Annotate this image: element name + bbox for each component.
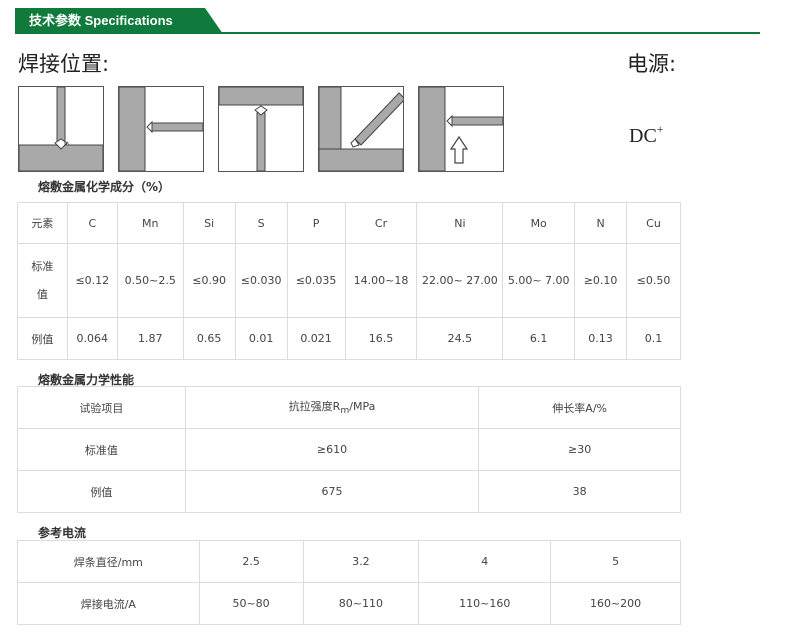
table-cell: 0.65	[182, 317, 236, 360]
composition-table: 元素 C Mn Si S P Cr Ni Mo N Cu 标准值 ≤0.12 0…	[17, 202, 681, 360]
tensile-strength-label: 抗拉强度R	[288, 400, 341, 414]
table-cell: ≥30	[478, 428, 681, 471]
table-row: 标准值 ≥610 ≥30	[17, 428, 681, 471]
table-cell: 110~160	[418, 582, 552, 625]
table-cell: 16.5	[344, 317, 418, 360]
table-cell: 38	[478, 470, 681, 513]
table-cell: ≤0.12	[66, 243, 118, 318]
table-cell: ≤0.035	[286, 243, 346, 318]
specifications-header-tab: 技术参数 Specifications	[15, 8, 223, 34]
standard-label-line: 标准	[31, 259, 54, 273]
table-cell: 14.00~18	[344, 243, 418, 318]
table-cell: 0.13	[574, 317, 628, 360]
element-c: C	[66, 202, 118, 244]
table-cell: 2.5	[198, 540, 304, 583]
table-cell: 5.00~ 7.00	[502, 243, 576, 318]
example-row-label: 例值	[17, 317, 68, 360]
element-header-cell: 元素	[17, 202, 68, 244]
horizontal-position-icon	[118, 86, 204, 172]
table-cell: ≤0.030	[234, 243, 288, 318]
table-cell: 焊条直径/mm	[17, 540, 200, 583]
table-row: 元素 C Mn Si S P Cr Ni Mo N Cu	[17, 202, 681, 244]
table-cell: 0.01	[234, 317, 288, 360]
elongation-header: 伸长率A/%	[478, 386, 681, 429]
table-row: 焊接电流/A 50~80 80~110 110~160 160~200	[17, 582, 681, 625]
element-s: S	[234, 202, 288, 244]
mechanical-table: 试验项目 抗拉强度Rm/MPa 伸长率A/% 标准值 ≥610 ≥30 例值 6…	[17, 386, 681, 513]
table-cell: 例值	[17, 470, 186, 513]
table-cell: 0.1	[626, 317, 681, 360]
element-p: P	[286, 202, 346, 244]
svg-text:PA: PA	[64, 141, 69, 146]
table-cell: 24.5	[416, 317, 504, 360]
table-row: 例值 0.064 1.87 0.65 0.01 0.021 16.5 24.5 …	[17, 317, 681, 360]
element-ni: Ni	[416, 202, 504, 244]
tensile-strength-header: 抗拉强度Rm/MPa	[184, 386, 480, 429]
element-cu: Cu	[626, 202, 681, 244]
table-cell: 5	[550, 540, 681, 583]
table-cell: ≤0.90	[182, 243, 236, 318]
table-cell: ≥0.10	[574, 243, 628, 318]
current-title: 参考电流	[38, 526, 87, 540]
element-n: N	[574, 202, 628, 244]
table-cell: 80~110	[302, 582, 420, 625]
table-cell: 0.064	[66, 317, 118, 360]
overhead-position-icon	[218, 86, 304, 172]
power-source-value: DC+	[629, 122, 664, 148]
standard-row-label: 标准值	[17, 243, 68, 318]
welding-position-label: 焊接位置:	[18, 52, 110, 76]
table-row: 焊条直径/mm 2.5 3.2 4 5	[17, 540, 681, 583]
table-cell: 标准值	[17, 428, 186, 471]
vertical-up-position-icon	[418, 86, 504, 172]
standard-label-line: 值	[36, 287, 48, 301]
element-mo: Mo	[502, 202, 576, 244]
power-source-label: 电源:	[627, 52, 677, 76]
table-cell: 675	[184, 470, 480, 513]
table-row: 标准值 ≤0.12 0.50~2.5 ≤0.90 ≤0.030 ≤0.035 1…	[17, 243, 681, 318]
section-header-bar: 技术参数 Specifications	[15, 8, 760, 34]
table-row: 例值 675 38	[17, 470, 681, 513]
table-cell: 0.50~2.5	[116, 243, 184, 318]
table-cell: 22.00~ 27.00	[416, 243, 504, 318]
power-type: DC	[629, 125, 657, 147]
flat-position-icon: PA	[18, 86, 104, 172]
table-cell: 160~200	[550, 582, 681, 625]
power-polarity: +	[656, 122, 664, 136]
element-mn: Mn	[116, 202, 184, 244]
table-cell: 3.2	[302, 540, 420, 583]
test-item-header: 试验项目	[17, 386, 186, 429]
table-cell: 1.87	[116, 317, 184, 360]
table-cell: 6.1	[502, 317, 576, 360]
composition-title: 熔敷金属化学成分（%）	[38, 180, 171, 194]
table-row: 试验项目 抗拉强度Rm/MPa 伸长率A/%	[17, 386, 681, 429]
table-cell: ≥610	[184, 428, 480, 471]
current-table: 焊条直径/mm 2.5 3.2 4 5 焊接电流/A 50~80 80~110 …	[17, 540, 681, 625]
tensile-strength-unit: /MPa	[349, 400, 376, 414]
diagonal-position-icon	[318, 86, 404, 172]
table-cell: 50~80	[198, 582, 304, 625]
table-cell: 0.021	[286, 317, 346, 360]
element-cr: Cr	[344, 202, 418, 244]
element-si: Si	[182, 202, 236, 244]
table-cell: 焊接电流/A	[17, 582, 200, 625]
table-cell: ≤0.50	[626, 243, 681, 318]
table-cell: 4	[418, 540, 552, 583]
tensile-strength-subscript: m	[340, 405, 350, 417]
